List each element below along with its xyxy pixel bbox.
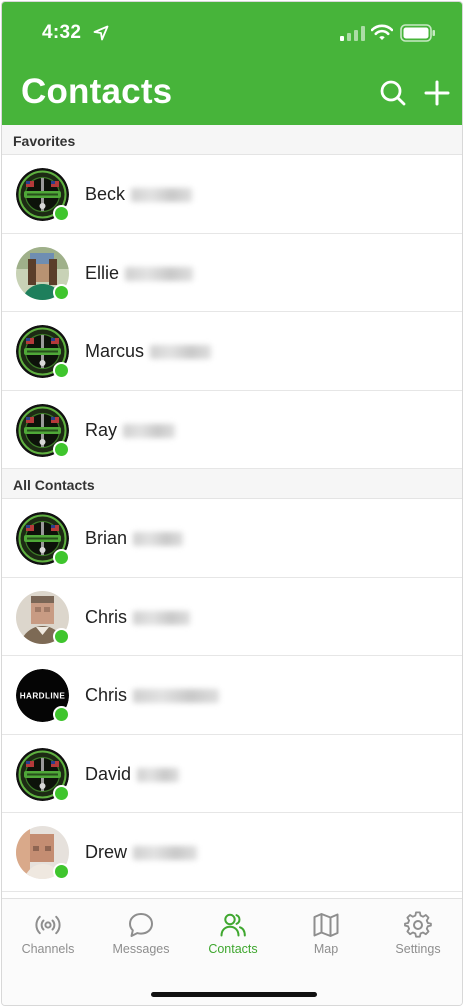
status-bar: 4:32	[2, 2, 462, 62]
gear-icon	[404, 911, 432, 938]
tab-label: Messages	[112, 942, 170, 956]
contact-name: David Ward	[85, 763, 180, 785]
section-header: All Contacts	[2, 469, 462, 499]
wifi-icon	[371, 24, 393, 40]
contact-last-name-redacted: Reese	[123, 423, 176, 438]
contact-row[interactable]: Beck Mitchell	[2, 155, 462, 234]
online-status-dot	[53, 283, 70, 301]
contact-first-name: David	[85, 763, 132, 784]
add-contact-button[interactable]	[423, 79, 451, 107]
contact-name: Chris Fernandez	[85, 685, 220, 706]
contact-first-name: Brian	[85, 528, 128, 548]
contact-first-name: Ray	[85, 419, 118, 440]
contacts-screen: 4:32 Contacts Favorites Beck Ellie Marcu…	[1, 1, 463, 1006]
contact-name: Ray Reese	[85, 419, 176, 441]
app-header: 4:32 Contacts	[2, 2, 462, 125]
tab-channels[interactable]: Channels	[2, 911, 94, 956]
tab-label: Settings	[395, 942, 441, 956]
tab-label: Channels	[21, 942, 75, 956]
contact-last-name-redacted: Bellamy	[133, 846, 198, 861]
tab-settings[interactable]: Settings	[372, 911, 462, 956]
online-status-dot	[53, 863, 70, 880]
contact-last-name-redacted: Johnson	[125, 266, 194, 281]
section-header: Favorites	[2, 125, 462, 155]
search-button[interactable]	[379, 79, 407, 107]
contact-last-name-redacted: Dayton	[133, 610, 191, 625]
contact-last-name-redacted: Mitchell	[131, 188, 193, 203]
contact-row[interactable]: Marcus Benson	[2, 312, 462, 391]
contact-last-name-redacted: Benson	[150, 345, 212, 360]
radio-broadcast-icon	[35, 915, 61, 935]
contact-first-name: Chris	[85, 685, 128, 705]
map-icon	[313, 913, 339, 937]
online-status-dot	[53, 627, 70, 645]
people-icon	[220, 913, 246, 937]
contact-last-name-redacted: Ward	[137, 767, 180, 782]
home-indicator	[151, 992, 317, 997]
plus-icon	[424, 80, 450, 106]
tab-map[interactable]: Map	[280, 911, 372, 956]
contact-first-name: Beck	[85, 184, 126, 204]
contact-row[interactable]: Ellie Johnson	[2, 234, 462, 312]
contact-row[interactable]: Brian Martin	[2, 499, 462, 578]
contact-first-name: Marcus	[85, 341, 145, 361]
contact-row[interactable]: HARDLINE Chris Fernandez	[2, 656, 462, 735]
contact-first-name: Drew	[85, 842, 128, 862]
contact-row[interactable]: Chris Dayton	[2, 578, 462, 656]
tab-bar: Channels Messages Contacts Map Settings	[2, 898, 462, 1005]
contact-name: Beck Mitchell	[85, 184, 193, 205]
tab-contacts[interactable]: Contacts	[187, 911, 279, 956]
online-status-dot	[53, 706, 70, 723]
chat-bubble-icon	[129, 913, 153, 937]
contact-row[interactable]: Ray Reese	[2, 391, 462, 469]
contact-row[interactable]: David Ward	[2, 735, 462, 813]
tab-label: Contacts	[208, 942, 258, 956]
online-status-dot	[53, 205, 70, 222]
contact-list: Favorites Beck Mitchell Ellie Johnson Marcus B…	[2, 125, 462, 892]
contact-name: Brian Martin	[85, 528, 184, 549]
svg-text:HARDLINE: HARDLINE	[20, 692, 66, 701]
online-status-dot	[53, 440, 70, 458]
page-title: Contacts	[21, 72, 173, 111]
search-icon	[380, 80, 406, 106]
contact-row[interactable]: Drew Bellamy	[2, 813, 462, 892]
contact-name: Drew Bellamy	[85, 842, 198, 863]
contact-last-name-redacted: Fernandez	[133, 689, 220, 704]
status-time: 4:32	[42, 22, 82, 43]
contact-first-name: Chris	[85, 606, 128, 627]
online-status-dot	[53, 549, 70, 566]
contact-name: Ellie Johnson	[85, 262, 194, 284]
contact-name: Chris Dayton	[85, 606, 191, 628]
location-arrow-icon	[93, 25, 109, 41]
cellular-signal-icon	[340, 26, 365, 41]
online-status-dot	[53, 784, 70, 802]
contact-first-name: Ellie	[85, 262, 120, 283]
tab-label: Map	[313, 942, 339, 956]
online-status-dot	[53, 362, 70, 379]
contact-name: Marcus Benson	[85, 341, 212, 362]
tab-messages[interactable]: Messages	[95, 911, 187, 956]
contact-last-name-redacted: Martin	[133, 532, 184, 547]
battery-icon	[400, 24, 435, 42]
